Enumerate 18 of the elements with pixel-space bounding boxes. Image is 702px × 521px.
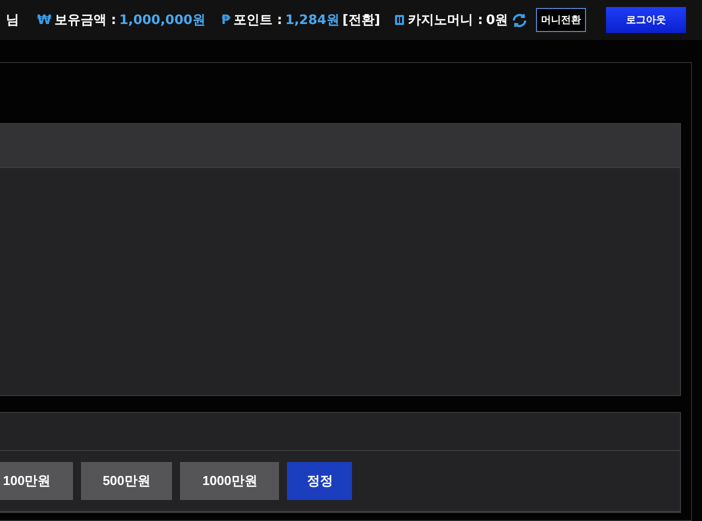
card-icon [394, 14, 406, 26]
amount-button[interactable]: 500만원 [80, 462, 172, 500]
casino-money-value: 0원 [486, 12, 508, 29]
amount-button[interactable]: 100만원 [0, 462, 73, 500]
points-value: 1,284원 [285, 12, 340, 29]
amount-button[interactable]: 1000만원 [180, 462, 280, 500]
money-transfer-button[interactable]: 머니전환 [536, 8, 586, 32]
logout-button[interactable]: 로그아웃 [606, 7, 686, 33]
peso-sign: ₱ [221, 12, 230, 28]
points-label: 포인트 : [233, 12, 282, 29]
refresh-icon[interactable] [511, 12, 528, 28]
balance-value: 1,000,000원 [119, 12, 206, 29]
reset-button[interactable]: 정정 [287, 462, 352, 500]
balance-label: 보유금액 : [54, 12, 116, 29]
won-sign: ₩ [37, 12, 52, 28]
convert-link[interactable]: [전환] [342, 11, 380, 29]
casino-money-label: 카지노머니 : [408, 12, 483, 29]
user-greeting: 님 [6, 12, 20, 29]
